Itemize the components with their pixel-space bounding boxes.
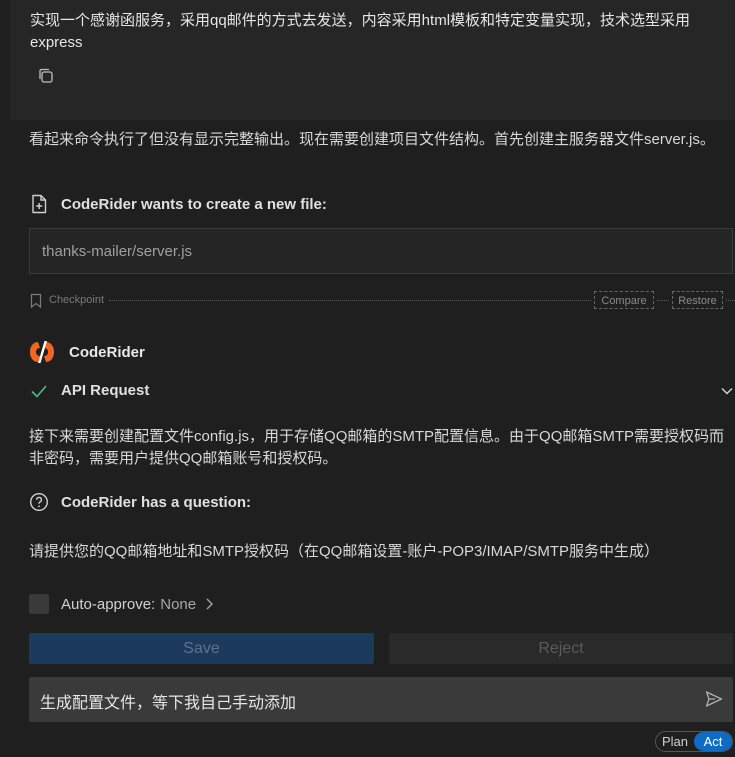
mode-toggle[interactable]: Plan Act: [655, 731, 733, 752]
check-icon: [31, 385, 47, 398]
checkpoint-label: Checkpoint: [49, 294, 105, 306]
bookmark-icon: [30, 293, 42, 309]
checkpoint-divider: [726, 300, 735, 301]
mode-plan-button[interactable]: Plan: [656, 732, 694, 751]
file-path-box[interactable]: thanks-mailer/server.js: [29, 228, 733, 274]
question-heading-text: CodeRider has a question:: [61, 493, 252, 511]
auto-approve-checkbox[interactable]: [29, 594, 49, 614]
question-text: 请提供您的QQ邮箱地址和SMTP授权码（在QQ邮箱设置-账户-POP3/IMAP…: [29, 543, 660, 560]
assistant-intro-text: 看起来命令执行了但没有显示完整输出。现在需要创建项目文件结构。首先创建主服务器文…: [29, 131, 715, 148]
new-file-icon: [29, 194, 49, 214]
chat-panel: 实现一个感谢函服务，采用qq邮件的方式去发送，内容采用html模板和特定变量实现…: [0, 0, 735, 757]
send-icon[interactable]: [704, 689, 724, 709]
checkpoint-divider: [657, 300, 669, 301]
question-circle-icon: [29, 492, 49, 512]
auto-approve-value: None: [160, 595, 197, 613]
assistant-header: CodeRider: [29, 339, 145, 365]
save-button[interactable]: Save: [29, 633, 374, 664]
copy-icon[interactable]: [36, 66, 56, 86]
user-message-text: 实现一个感谢函服务，采用qq邮件的方式去发送，内容采用html模板和特定变量实现…: [30, 12, 691, 51]
question-heading: CodeRider has a question:: [29, 492, 251, 512]
coderider-logo-icon: [30, 341, 54, 363]
checkpoint-divider: [109, 300, 591, 301]
mode-act-button[interactable]: Act: [694, 732, 732, 751]
api-request-row[interactable]: API Request: [29, 380, 735, 402]
checkpoint-row: Checkpoint Compare Restore: [29, 291, 735, 311]
compare-button[interactable]: Compare: [594, 291, 654, 309]
create-file-heading: CodeRider wants to create a new file:: [29, 194, 327, 214]
create-file-heading-text: CodeRider wants to create a new file:: [61, 195, 327, 213]
chevron-right-icon[interactable]: [204, 597, 214, 611]
api-request-label: API Request: [61, 382, 150, 399]
auto-approve-row[interactable]: Auto-approve: None: [29, 594, 214, 614]
assistant-explanation: 接下来需要创建配置文件config.js，用于存储QQ邮箱的SMTP配置信息。由…: [29, 428, 725, 467]
assistant-name: CodeRider: [69, 343, 145, 361]
restore-button[interactable]: Restore: [672, 291, 723, 309]
file-path-text: thanks-mailer/server.js: [42, 243, 193, 260]
reject-button[interactable]: Reject: [389, 633, 733, 664]
user-message: 实现一个感谢函服务，采用qq邮件的方式去发送，内容采用html模板和特定变量实现…: [10, 0, 735, 120]
chat-input-value[interactable]: 生成配置文件，等下我自己手动添加: [40, 689, 296, 713]
chat-input[interactable]: 生成配置文件，等下我自己手动添加: [29, 677, 733, 722]
chevron-down-icon[interactable]: [719, 383, 735, 399]
auto-approve-label: Auto-approve:: [61, 595, 156, 613]
